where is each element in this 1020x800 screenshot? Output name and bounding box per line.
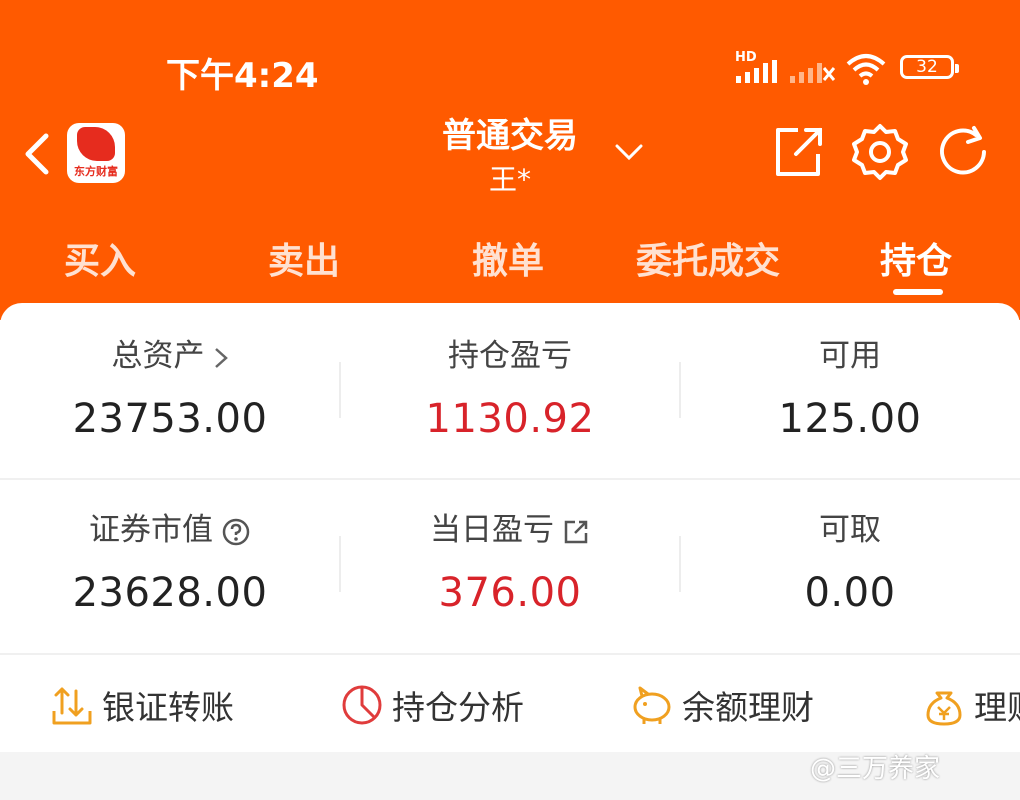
available-value: 125.00 [778,396,922,442]
market-value-value: 23628.00 [72,570,268,616]
column-divider [339,536,341,592]
trade-tabs: 买入 卖出 撤单 委托成交 持仓 [0,232,1020,292]
column-divider [339,362,341,418]
tab-buy[interactable]: 买入 [64,232,136,284]
page-title[interactable]: 普通交易 [400,108,620,157]
market-value-cell: 证券市值 23628.00 [0,508,340,616]
watermark: @三万养家 [810,754,941,784]
tab-sell[interactable]: 卖出 [268,232,340,284]
quick-action-position-analysis[interactable]: 持仓分析 [340,681,524,729]
battery-indicator: 32 [900,55,959,79]
row-divider [0,478,1020,480]
quick-action-label: 余额理财 [682,688,814,727]
wifi-icon [846,54,886,85]
refresh-icon[interactable] [934,122,994,182]
logo-mark-icon [77,127,115,161]
market-value-label: 证券市值 [89,512,213,548]
quick-action-wealth[interactable]: 理财 [922,681,1020,729]
back-arrow-icon[interactable] [18,130,58,178]
quick-action-bank-transfer[interactable]: 银证转账 [50,681,234,729]
column-divider [679,362,681,418]
daily-pnl-label-row: 当日盈亏 [340,508,680,552]
piggy-bank-icon [633,686,671,724]
active-tab-indicator [893,289,943,295]
quick-action-label: 持仓分析 [392,688,524,727]
tab-positions[interactable]: 持仓 [880,232,952,284]
total-assets-label: 总资产 [111,338,205,374]
position-pnl-label: 持仓盈亏 [448,338,572,374]
total-assets-cell[interactable]: 总资产 23753.00 [0,334,340,442]
total-assets-value: 23753.00 [72,396,268,442]
status-time: 下午4:24 [166,56,319,96]
market-value-label-row: 证券市值 [0,508,340,552]
app-logo: 东方财富 [67,123,125,183]
position-pnl-value: 1130.92 [425,396,595,442]
quick-action-label: 银证转账 [102,688,234,727]
transfer-icon [52,687,92,725]
withdrawable-cell: 可取 0.00 [680,508,1020,616]
daily-pnl-label: 当日盈亏 [430,512,554,548]
withdrawable-value: 0.00 [804,570,896,616]
total-assets-label-row: 总资产 [0,334,340,378]
tab-orders-deals[interactable]: 委托成交 [636,232,780,284]
available-label: 可用 [819,338,881,374]
column-divider [679,536,681,592]
quick-action-balance-wealth[interactable]: 余额理财 [630,681,814,729]
signal-no-service-icon [790,63,835,83]
pie-chart-icon [342,685,382,725]
tab-cancel-order[interactable]: 撤单 [472,232,544,284]
status-icons: HD 32 [735,50,965,86]
gear-icon[interactable] [850,122,910,182]
chevron-down-icon[interactable] [614,140,644,164]
account-name: 王* [488,163,531,196]
available-cell: 可用 125.00 [680,334,1020,442]
chevron-right-icon [214,347,228,368]
quick-actions-bar: 银证转账 持仓分析 余额理财 理财 [0,653,1020,755]
quick-action-label: 理财 [974,688,1020,727]
share-icon[interactable] [768,122,828,182]
money-bag-icon [926,691,962,726]
external-link-icon[interactable] [562,518,590,546]
daily-pnl-cell[interactable]: 当日盈亏 376.00 [340,508,680,616]
app-header: 下午4:24 HD 32 东方财富 普通交易 王* 买入 卖出 撤单 委托成交 … [0,0,1020,320]
withdrawable-label: 可取 [819,512,881,548]
daily-pnl-value: 376.00 [438,570,582,616]
position-pnl-cell: 持仓盈亏 1130.92 [340,334,680,442]
signal-icon [736,60,777,83]
logo-text: 东方财富 [74,165,118,178]
help-icon[interactable] [221,517,251,547]
